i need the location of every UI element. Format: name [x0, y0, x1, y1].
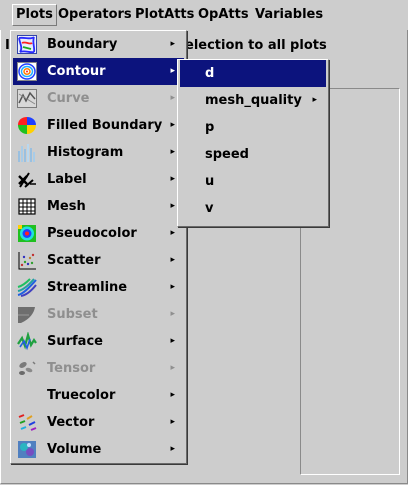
surface-icon	[17, 332, 37, 351]
boundary-icon	[17, 35, 37, 54]
submenu-arrow-icon: ▸	[170, 174, 175, 184]
menu-item-mesh[interactable]: Mesh ▸	[13, 193, 184, 220]
menu-item-label: Contour	[47, 64, 106, 79]
filled-boundary-icon	[17, 116, 37, 135]
menu-bar: Plots Operators PlotAtts OpAtts Variable…	[0, 0, 408, 30]
variable-label: d	[205, 66, 215, 81]
menu-item-label: Volume	[47, 442, 102, 457]
submenu-arrow-icon: ▸	[170, 336, 175, 346]
menu-item-boundary[interactable]: Boundary ▸	[13, 31, 184, 58]
submenu-arrow-icon: ▸	[170, 363, 175, 373]
tensor-icon	[17, 359, 37, 378]
variable-item-speed[interactable]: speed	[180, 141, 326, 168]
menu-item-scatter[interactable]: Scatter ▸	[13, 247, 184, 274]
histogram-icon	[17, 143, 37, 162]
curve-icon	[17, 89, 37, 108]
menu-item-label: Subset	[47, 307, 98, 322]
menu-variables[interactable]: Variables	[252, 5, 326, 25]
submenu-arrow-icon: ▸	[170, 66, 175, 76]
menu-opatts[interactable]: OpAtts	[195, 5, 252, 25]
menu-item-filled-boundary[interactable]: Filled Boundary ▸	[13, 112, 184, 139]
menu-item-contour[interactable]: Contour ▸	[13, 58, 184, 85]
subset-icon	[17, 305, 37, 324]
submenu-arrow-icon: ▸	[170, 147, 175, 157]
menu-item-label: Mesh	[47, 199, 86, 214]
variable-item-u[interactable]: u	[180, 168, 326, 195]
apply-selection-label: election to all plots	[185, 38, 327, 53]
menu-item-surface[interactable]: Surface ▸	[13, 328, 184, 355]
variable-label: speed	[205, 147, 249, 162]
vector-icon	[17, 413, 37, 432]
label-icon	[17, 170, 37, 189]
menu-item-tensor[interactable]: Tensor ▸	[13, 355, 184, 382]
menu-operators[interactable]: Operators	[55, 5, 135, 25]
scatter-icon	[17, 251, 37, 270]
mesh-icon	[17, 197, 37, 216]
contour-icon	[17, 62, 37, 81]
menu-item-label: Surface	[47, 334, 103, 349]
variable-item-v[interactable]: v	[180, 195, 326, 222]
menu-item-label: Histogram	[47, 145, 124, 160]
menu-item-label: Streamline	[47, 280, 128, 295]
streamline-icon	[17, 278, 37, 297]
submenu-arrow-icon: ▸	[170, 93, 175, 103]
volume-icon	[17, 440, 37, 459]
variable-item-d[interactable]: d	[180, 60, 326, 87]
menu-item-truecolor[interactable]: Truecolor ▸	[13, 382, 184, 409]
menu-item-curve[interactable]: Curve ▸	[13, 85, 184, 112]
variable-label: mesh_quality	[205, 93, 302, 108]
variable-item-mesh-quality[interactable]: mesh_quality ▸	[180, 87, 326, 114]
menu-item-streamline[interactable]: Streamline ▸	[13, 274, 184, 301]
submenu-arrow-icon: ▸	[170, 390, 175, 400]
submenu-arrow-icon: ▸	[170, 228, 175, 238]
contour-variable-submenu: d mesh_quality ▸ p speed u v	[177, 59, 329, 227]
menu-item-vector[interactable]: Vector ▸	[13, 409, 184, 436]
menu-item-label: Curve	[47, 91, 90, 106]
submenu-arrow-icon: ▸	[312, 95, 317, 105]
plots-menu: Boundary ▸ Contour ▸ Curve ▸ Filled Boun…	[10, 30, 187, 464]
variable-item-p[interactable]: p	[180, 114, 326, 141]
menu-plotatts[interactable]: PlotAtts	[132, 5, 197, 25]
submenu-arrow-icon: ▸	[170, 444, 175, 454]
variable-label: u	[205, 174, 215, 189]
menu-item-label[interactable]: Label ▸	[13, 166, 184, 193]
variable-label: p	[205, 120, 215, 135]
menu-item-label: Label	[47, 172, 87, 187]
menu-item-label: Filled Boundary	[47, 118, 163, 133]
menu-item-subset[interactable]: Subset ▸	[13, 301, 184, 328]
menu-item-pseudocolor[interactable]: Pseudocolor ▸	[13, 220, 184, 247]
menu-item-histogram[interactable]: Histogram ▸	[13, 139, 184, 166]
submenu-arrow-icon: ▸	[170, 120, 175, 130]
variable-label: v	[205, 201, 214, 216]
submenu-arrow-icon: ▸	[170, 201, 175, 211]
menu-item-label: Tensor	[47, 361, 96, 376]
submenu-arrow-icon: ▸	[170, 282, 175, 292]
menu-item-label: Truecolor	[47, 388, 116, 403]
menu-item-label: Vector	[47, 415, 95, 430]
menu-item-label: Boundary	[47, 37, 118, 52]
submenu-arrow-icon: ▸	[170, 309, 175, 319]
menu-plots[interactable]: Plots	[12, 4, 57, 26]
menu-item-label: Pseudocolor	[47, 226, 137, 241]
submenu-arrow-icon: ▸	[170, 39, 175, 49]
submenu-arrow-icon: ▸	[170, 255, 175, 265]
menu-item-label: Scatter	[47, 253, 101, 268]
pseudocolor-icon	[17, 224, 37, 243]
submenu-arrow-icon: ▸	[170, 417, 175, 427]
menu-item-volume[interactable]: Volume ▸	[13, 436, 184, 463]
